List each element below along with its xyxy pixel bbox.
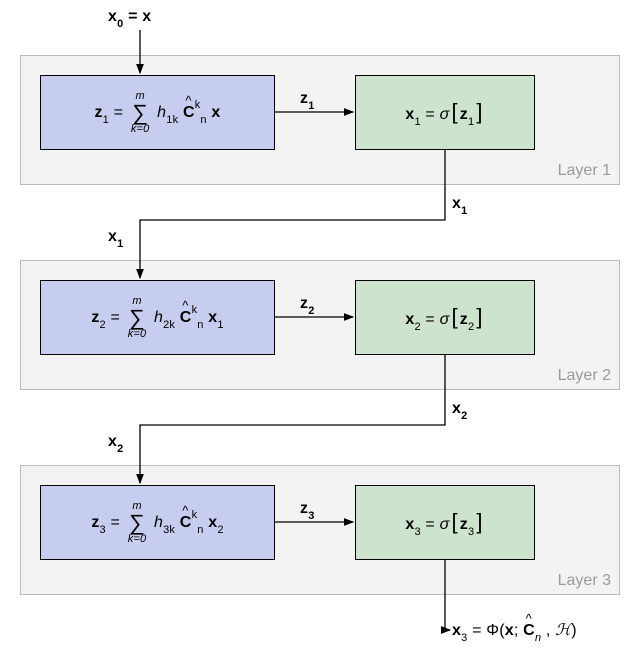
edge-label-x2-in: x2 [108, 433, 123, 453]
edge-label-z2: z2 [300, 295, 315, 315]
input-label: x0 = x [108, 8, 151, 28]
filter-node-3: z3 = m∑k=0 h3k ^Ckn x2 [40, 485, 275, 560]
edge-label-x1-in: x1 [108, 228, 123, 248]
edge-label-x2-out: x2 [452, 400, 467, 420]
edge-label-z3: z3 [300, 500, 315, 520]
layer-label-2: Layer 2 [558, 367, 611, 385]
layer-label-1: Layer 1 [558, 162, 611, 180]
output-label: x3 = Φ(x; ^Cn , ℋ) [452, 620, 577, 642]
edge-label-z1: z1 [300, 90, 315, 110]
activation-node-2: x2 = σ[z2] [355, 280, 535, 355]
activation-node-1: x1 = σ[z1] [355, 75, 535, 150]
filter-node-2: z2 = m∑k=0 h2k ^Ckn x1 [40, 280, 275, 355]
layer-label-3: Layer 3 [558, 572, 611, 590]
filter-node-1: z1 = m∑k=0 h1k ^Ckn x [40, 75, 275, 150]
edge-label-x1-out: x1 [452, 195, 467, 215]
activation-node-3: x3 = σ[z3] [355, 485, 535, 560]
diagram-stage: x0 = x Layer 1 z1 = m∑k=0 h1k ^Ckn x x1 … [0, 0, 640, 655]
